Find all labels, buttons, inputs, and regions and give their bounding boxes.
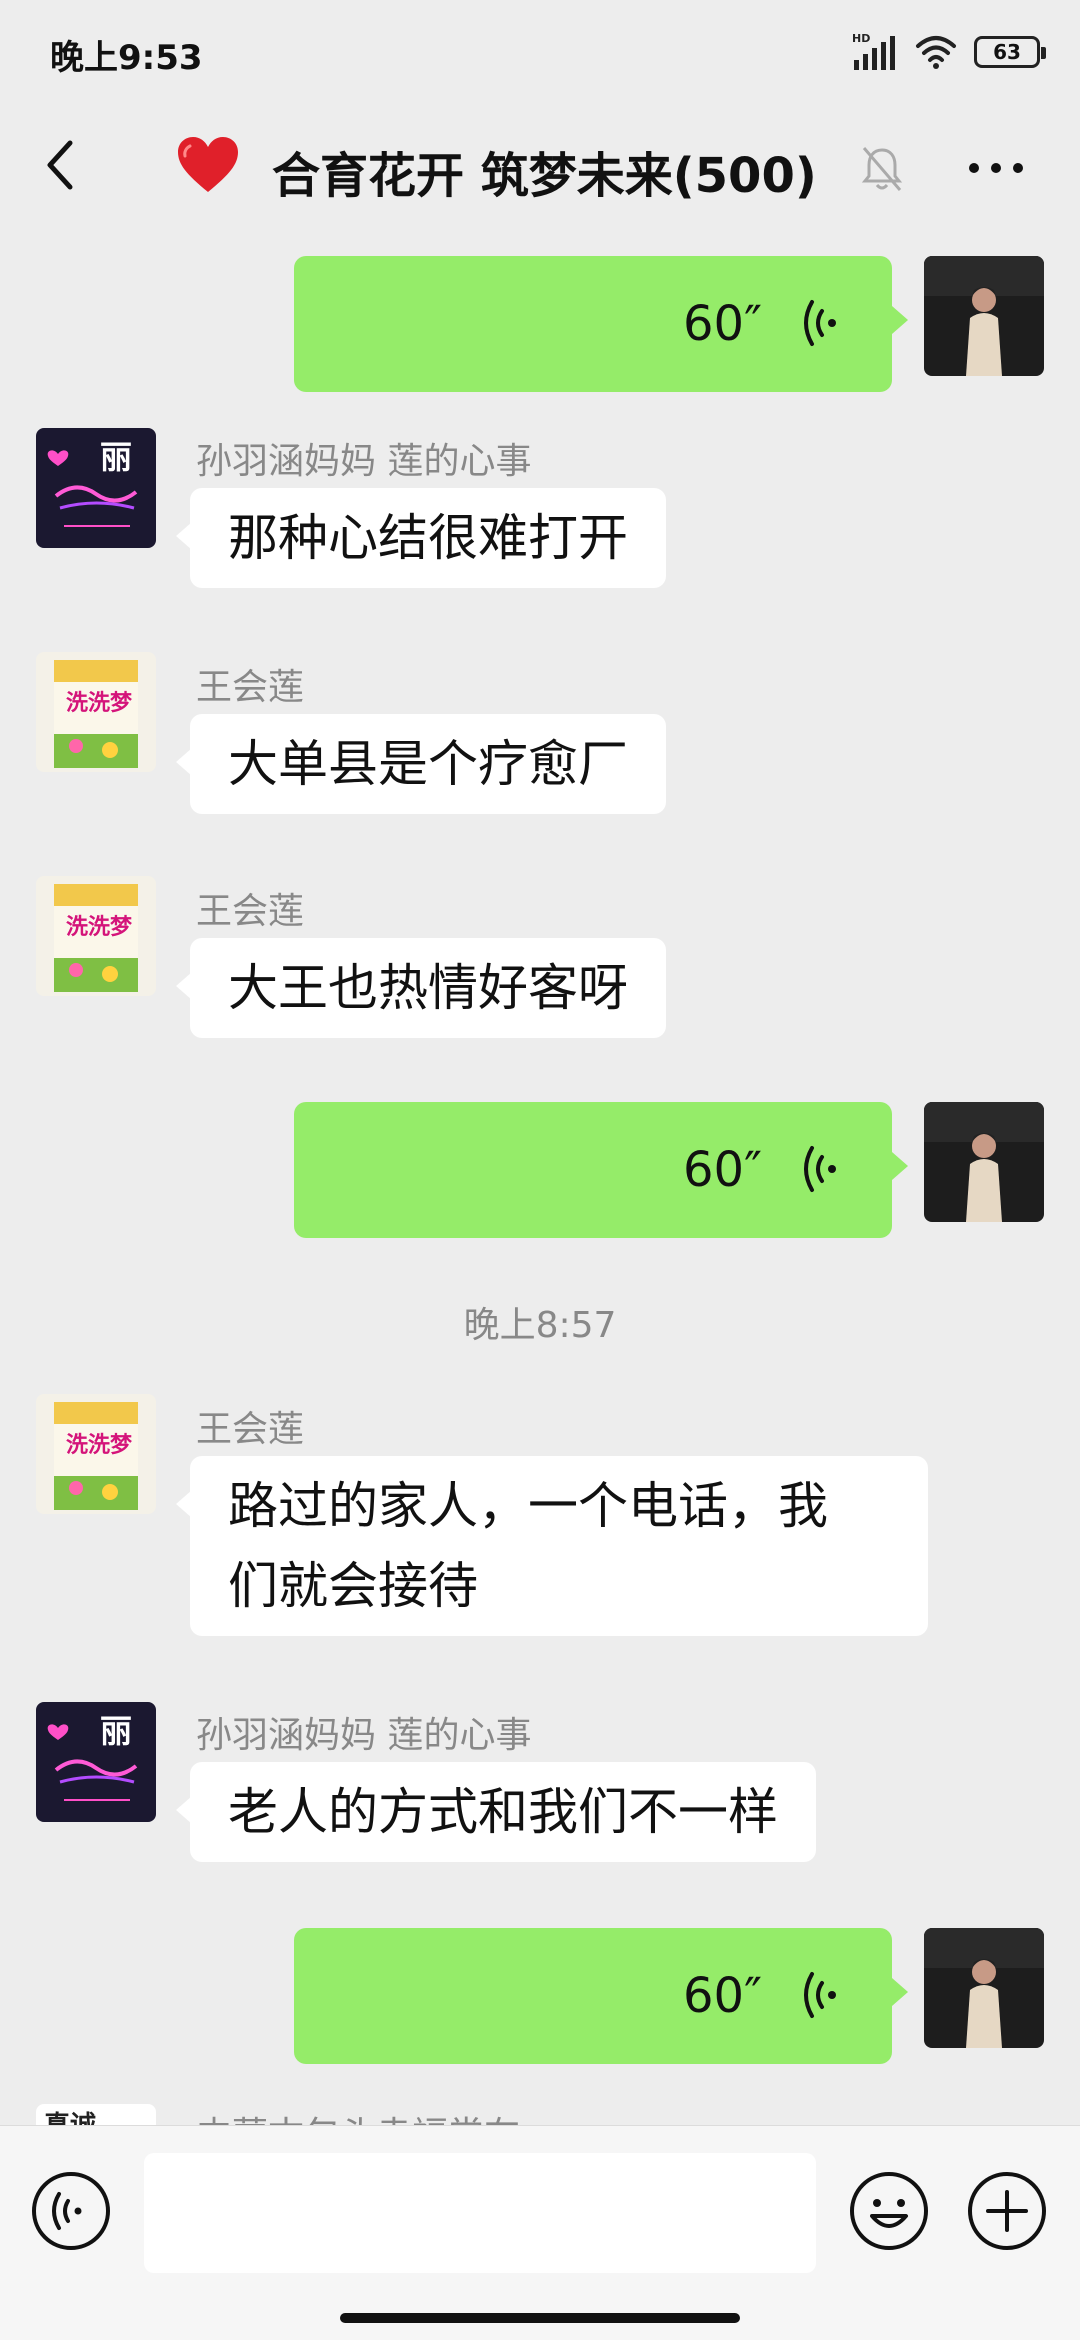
svg-text:HD: HD <box>852 32 870 45</box>
wifi-icon <box>916 36 956 69</box>
battery-indicator: 63 <box>974 36 1046 68</box>
voice-duration: 60″ <box>682 296 762 352</box>
chat-title: 合育花开 筑梦未来(500) <box>272 148 817 204</box>
voice-input-toggle-icon[interactable] <box>30 2170 112 2252</box>
text-message-bubble[interactable]: 老人的方式和我们不一样 <box>176 1762 816 1862</box>
status-time: 晚上9:53 <box>50 38 203 78</box>
status-bar: 晚上9:53 HD 63 <box>0 0 1080 100</box>
sender-avatar[interactable]: 丽 <box>36 428 156 548</box>
svg-text:丽: 丽 <box>100 1712 132 1750</box>
heart-icon <box>178 137 238 192</box>
status-icons: HD 63 <box>852 30 1046 74</box>
more-options-icon[interactable] <box>966 158 1026 178</box>
sender-name: 王会莲 <box>196 891 305 932</box>
my-avatar[interactable] <box>924 256 1044 376</box>
message-list[interactable]: 60″ 丽 孙羽涵妈妈 莲的心事 那种心结很难打开 洗洗梦 王会莲 大单县是个疗… <box>0 240 1080 2125</box>
voice-message-bubble[interactable]: 60″ <box>294 256 908 392</box>
sender-name: 孙羽涵妈妈 莲的心事 <box>196 1715 532 1756</box>
text-message-bubble[interactable]: 那种心结很难打开 <box>176 488 666 588</box>
voice-duration: 60″ <box>682 1142 762 1198</box>
signal-icon: HD <box>852 32 895 70</box>
voice-wave-icon <box>804 1146 836 1192</box>
message-line: 们就会接待 <box>228 1557 478 1615</box>
sender-name: 王会莲 <box>196 1409 305 1450</box>
home-indicator[interactable] <box>340 2313 740 2323</box>
text-message-bubble[interactable]: 大单县是个疗愈厂 <box>176 714 666 814</box>
my-avatar[interactable] <box>924 1102 1044 1222</box>
input-bar <box>0 2125 1080 2340</box>
add-attachment-icon[interactable] <box>966 2170 1048 2252</box>
voice-wave-icon <box>804 300 836 346</box>
message-line: 路过的家人，一个电话，我 <box>228 1477 828 1535</box>
sender-avatar[interactable]: 洗洗梦 <box>36 652 156 772</box>
sender-avatar[interactable]: 洗洗梦 <box>36 1394 156 1514</box>
message-input[interactable] <box>144 2153 816 2273</box>
text-message-bubble[interactable]: 路过的家人，一个电话，我 们就会接待 <box>176 1456 928 1636</box>
sender-avatar[interactable]: 丽 <box>36 1702 156 1822</box>
emoji-icon[interactable] <box>848 2170 930 2252</box>
svg-text:丽: 丽 <box>100 438 132 476</box>
back-arrow-icon[interactable] <box>34 135 94 195</box>
sender-name: 内蒙古包头幸福常在 <box>196 2106 520 2125</box>
sender-avatar[interactable]: 洗洗梦 <box>36 876 156 996</box>
chat-header: 合育花开 筑梦未来(500) <box>0 100 1080 240</box>
voice-message-bubble[interactable]: 60″ <box>294 1102 908 1238</box>
voice-wave-icon <box>804 1972 836 2018</box>
voice-duration: 60″ <box>682 1968 762 2024</box>
svg-text:真诚: 真诚 <box>44 2111 96 2125</box>
svg-text:洗洗梦: 洗洗梦 <box>66 1432 133 1458</box>
svg-text:洗洗梦: 洗洗梦 <box>66 914 133 940</box>
text-message-bubble[interactable]: 大王也热情好客呀 <box>176 938 666 1038</box>
sender-name: 王会莲 <box>196 667 305 708</box>
voice-message-bubble[interactable]: 60″ <box>294 1928 908 2064</box>
my-avatar[interactable] <box>924 1928 1044 2048</box>
sender-name: 孙羽涵妈妈 莲的心事 <box>196 441 532 482</box>
sender-avatar[interactable]: 真诚 <box>36 2104 156 2125</box>
mute-bell-icon <box>861 147 903 191</box>
message-timestamp: 晚上8:57 <box>463 1305 617 1346</box>
svg-text:洗洗梦: 洗洗梦 <box>66 690 133 716</box>
